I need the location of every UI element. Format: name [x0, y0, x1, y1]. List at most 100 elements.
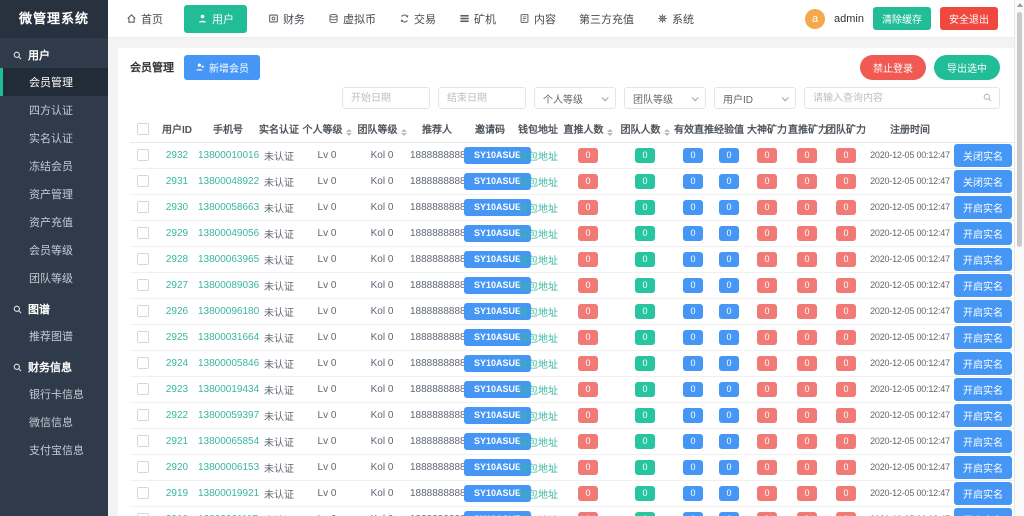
wallet-link[interactable]: 钱包地址 [518, 230, 558, 241]
personal-level-select[interactable]: 个人等级 [534, 87, 616, 109]
nav-item-crypto[interactable]: 虚拟币 [326, 6, 378, 32]
row-checkbox[interactable] [137, 149, 149, 161]
sort-icon[interactable] [346, 129, 352, 136]
admin-username[interactable]: admin [834, 13, 864, 25]
realname-toggle-button[interactable]: 关闭实名 [954, 144, 1012, 167]
phone-link[interactable]: 13800019921 [198, 488, 259, 499]
sort-icon[interactable] [664, 129, 670, 136]
user_id-link[interactable]: 2929 [166, 228, 188, 239]
column-header-team_level[interactable]: 团队等级 [354, 116, 410, 142]
sort-icon[interactable] [401, 129, 407, 136]
wallet-link[interactable]: 钱包地址 [518, 282, 558, 293]
phone-link[interactable]: 13800010016 [198, 150, 259, 161]
nav-item-third-party-recharge[interactable]: 第三方充值 [577, 6, 636, 32]
phone-link[interactable]: 13800048922 [198, 176, 259, 187]
row-checkbox[interactable] [137, 175, 149, 187]
wallet-link[interactable]: 钱包地址 [518, 178, 558, 189]
nav-item-miner[interactable]: 矿机 [457, 6, 498, 32]
logout-button[interactable]: 安全退出 [940, 7, 998, 30]
sidebar-item-wechat-info[interactable]: 微信信息 [0, 408, 108, 436]
phone-link[interactable]: 13800063965 [198, 254, 259, 265]
wallet-link[interactable]: 钱包地址 [518, 490, 558, 501]
row-checkbox[interactable] [137, 305, 149, 317]
realname-toggle-button[interactable]: 开启实名 [954, 404, 1012, 427]
phone-link[interactable]: 13800031664 [198, 332, 259, 343]
row-checkbox[interactable] [137, 435, 149, 447]
sidebar-item-realname-auth[interactable]: 实名认证 [0, 124, 108, 152]
row-checkbox[interactable] [137, 461, 149, 473]
realname-toggle-button[interactable]: 关闭实名 [954, 170, 1012, 193]
sidebar-item-member-level[interactable]: 会员等级 [0, 236, 108, 264]
select-all-checkbox[interactable] [137, 123, 149, 135]
wallet-link[interactable]: 钱包地址 [518, 152, 558, 163]
user_id-link[interactable]: 2924 [166, 358, 188, 369]
wallet-link[interactable]: 钱包地址 [518, 334, 558, 345]
wallet-link[interactable]: 钱包地址 [518, 360, 558, 371]
wallet-link[interactable]: 钱包地址 [518, 204, 558, 215]
realname-toggle-button[interactable]: 开启实名 [954, 352, 1012, 375]
sidebar-item-frozen-members[interactable]: 冻结会员 [0, 152, 108, 180]
end-date-input[interactable] [438, 87, 526, 109]
sidebar-section-users[interactable]: 用户 [0, 38, 108, 68]
user_id-link[interactable]: 2920 [166, 462, 188, 473]
realname-toggle-button[interactable]: 开启实名 [954, 196, 1012, 219]
export-selected-button[interactable]: 导出选中 [934, 55, 1000, 80]
row-checkbox[interactable] [137, 383, 149, 395]
scroll-up-arrow-icon[interactable] [1017, 3, 1023, 7]
nav-item-home[interactable]: 首页 [124, 6, 165, 32]
search-input[interactable] [804, 87, 1000, 109]
phone-link[interactable]: 13800089036 [198, 280, 259, 291]
realname-toggle-button[interactable]: 开启实名 [954, 326, 1012, 349]
phone-link[interactable]: 13800065854 [198, 436, 259, 447]
phone-link[interactable]: 13800006153 [198, 462, 259, 473]
row-checkbox[interactable] [137, 227, 149, 239]
sort-icon[interactable] [607, 129, 613, 136]
user_id-link[interactable]: 2919 [166, 488, 188, 499]
wallet-link[interactable]: 钱包地址 [518, 438, 558, 449]
realname-toggle-button[interactable]: 开启实名 [954, 274, 1012, 297]
nav-item-trade[interactable]: 交易 [397, 6, 438, 32]
column-header-direct_count[interactable]: 直推人数 [560, 116, 616, 142]
user_id-link[interactable]: 2925 [166, 332, 188, 343]
realname-toggle-button[interactable]: 开启实名 [954, 456, 1012, 479]
realname-toggle-button[interactable]: 开启实名 [954, 482, 1012, 505]
user_id-link[interactable]: 2921 [166, 436, 188, 447]
wallet-link[interactable]: 钱包地址 [518, 308, 558, 319]
row-checkbox[interactable] [137, 487, 149, 499]
search-field-select[interactable]: 用户ID [714, 87, 796, 109]
sidebar-section-graph[interactable]: 图谱 [0, 292, 108, 322]
vertical-scrollbar[interactable] [1014, 0, 1024, 516]
phone-link[interactable]: 13800058663 [198, 202, 259, 213]
nav-item-system[interactable]: 系统 [655, 6, 696, 32]
sidebar-section-finance-info[interactable]: 财务信息 [0, 350, 108, 380]
realname-toggle-button[interactable]: 开启实名 [954, 248, 1012, 271]
sidebar-item-member-management[interactable]: 会员管理 [0, 68, 108, 96]
wallet-link[interactable]: 钱包地址 [518, 256, 558, 267]
scrollbar-thumb[interactable] [1017, 12, 1022, 247]
row-checkbox[interactable] [137, 357, 149, 369]
nav-item-content[interactable]: 内容 [517, 6, 558, 32]
team-level-select[interactable]: 团队等级 [624, 87, 706, 109]
user_id-link[interactable]: 2923 [166, 384, 188, 395]
row-checkbox[interactable] [137, 253, 149, 265]
user_id-link[interactable]: 2930 [166, 202, 188, 213]
column-header-team_count[interactable]: 团队人数 [616, 116, 674, 142]
sidebar-item-referral-graph[interactable]: 推荐图谱 [0, 322, 108, 350]
user_id-link[interactable]: 2922 [166, 410, 188, 421]
phone-link[interactable]: 13800005846 [198, 358, 259, 369]
realname-toggle-button[interactable]: 开启实名 [954, 430, 1012, 453]
nav-item-finance[interactable]: 财务 [266, 6, 307, 32]
user_id-link[interactable]: 2927 [166, 280, 188, 291]
user_id-link[interactable]: 2931 [166, 176, 188, 187]
row-checkbox[interactable] [137, 201, 149, 213]
sidebar-item-asset-recharge[interactable]: 资产充值 [0, 208, 108, 236]
sidebar-item-four-party-auth[interactable]: 四方认证 [0, 96, 108, 124]
sidebar-item-team-level[interactable]: 团队等级 [0, 264, 108, 292]
sidebar-item-alipay-info[interactable]: 支付宝信息 [0, 436, 108, 464]
user_id-link[interactable]: 2928 [166, 254, 188, 265]
realname-toggle-button[interactable]: 开启实名 [954, 378, 1012, 401]
nav-item-users[interactable]: 用户 [184, 5, 247, 33]
realname-toggle-button[interactable]: 开启实名 [954, 508, 1012, 516]
wallet-link[interactable]: 钱包地址 [518, 412, 558, 423]
avatar[interactable]: a [805, 9, 825, 29]
